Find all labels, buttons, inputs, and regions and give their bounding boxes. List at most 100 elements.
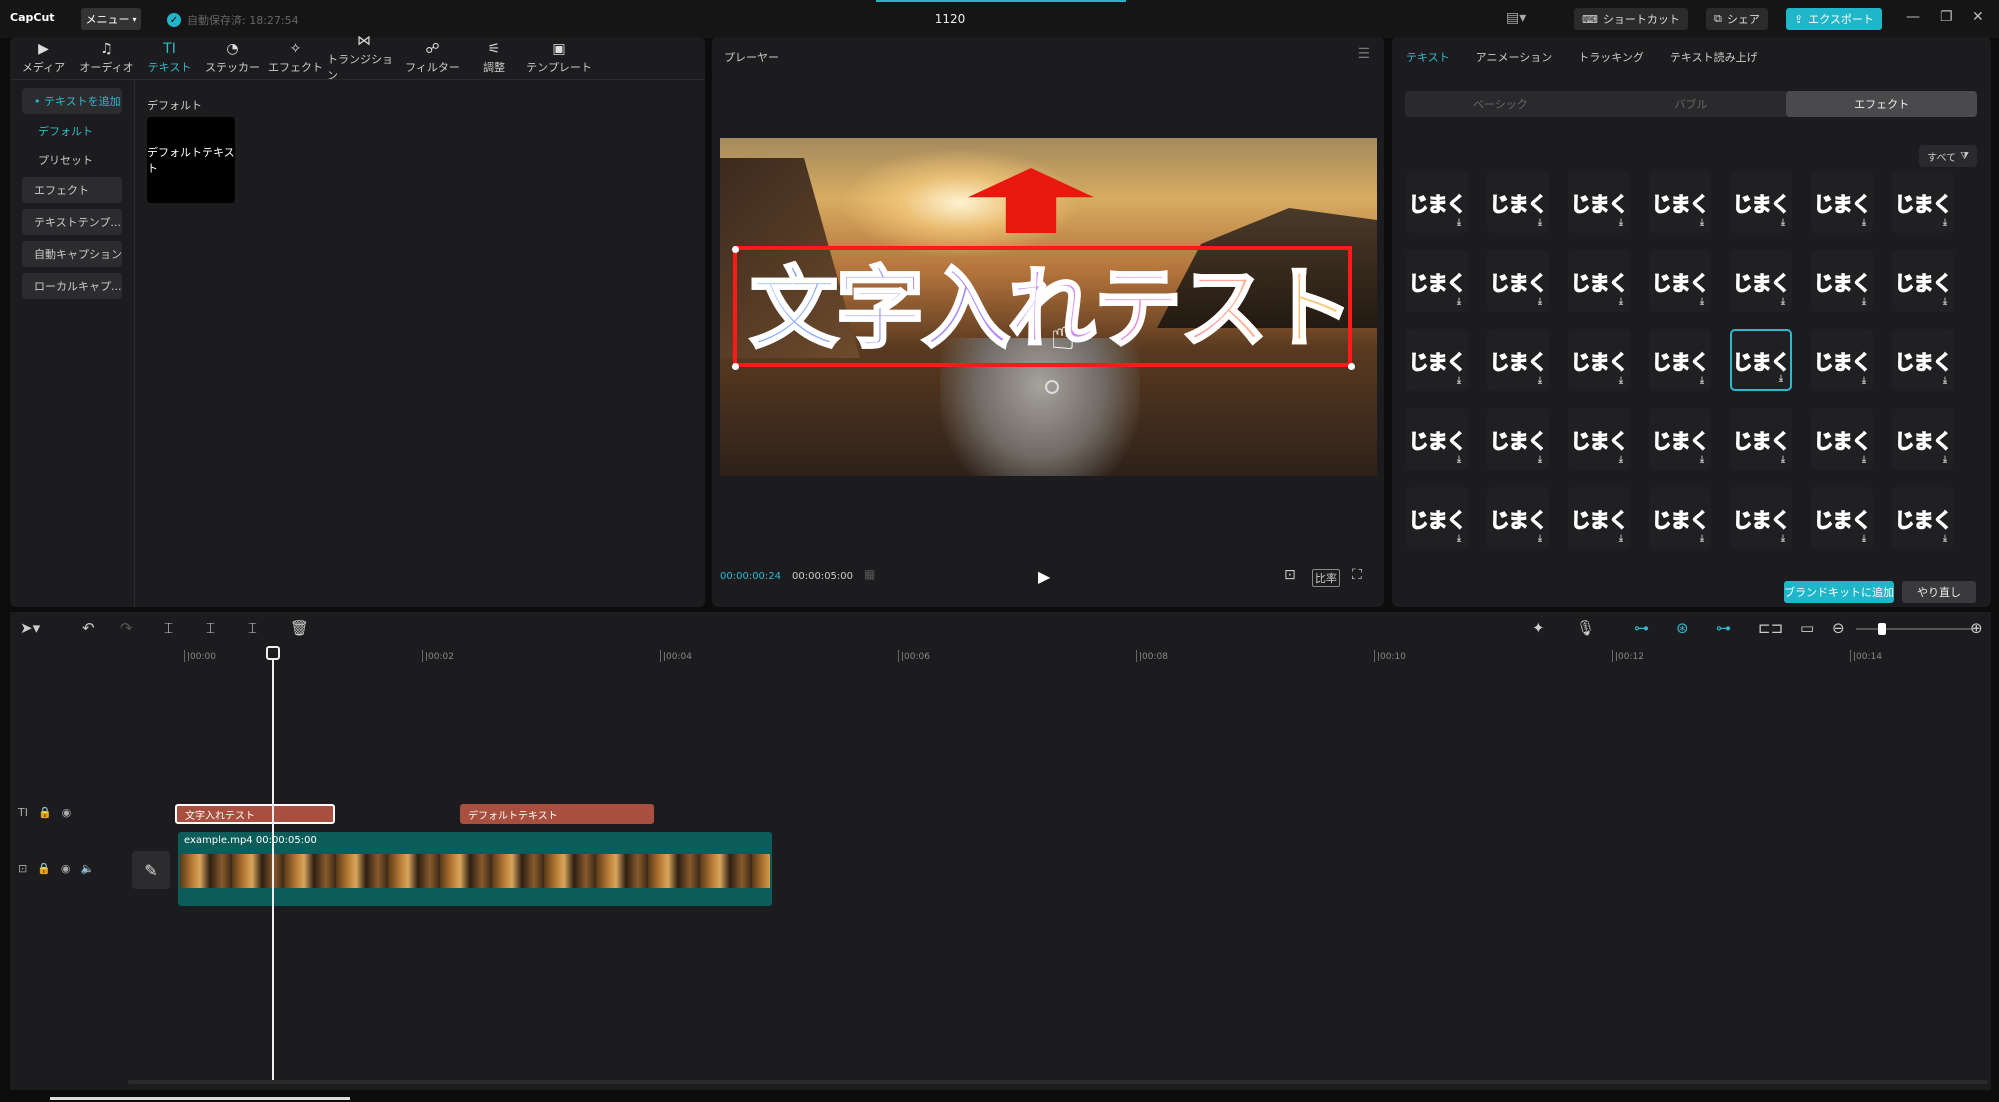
text-clip[interactable]: デフォルトテキスト <box>460 804 654 824</box>
effect-preset-tile[interactable]: じまく ⤓ <box>1811 329 1873 391</box>
sidebar-item-add-text[interactable]: • テキストを追加 <box>22 88 122 114</box>
timecode-grid-icon[interactable]: ▦ <box>864 567 875 581</box>
tab-adjust[interactable]: ⚟ 調整 <box>464 37 524 79</box>
segment-bubble[interactable]: バブル <box>1596 91 1787 117</box>
effect-preset-tile[interactable]: じまく ⤓ <box>1487 250 1549 312</box>
zoom-slider[interactable] <box>1856 623 1974 635</box>
effect-preset-tile[interactable]: じまく ⤓ <box>1487 408 1549 470</box>
effect-preset-tile[interactable]: じまく ⤓ <box>1811 408 1873 470</box>
sidebar-item-preset[interactable]: プリセット <box>22 147 122 173</box>
reset-button[interactable]: やり直し <box>1902 581 1976 603</box>
playhead[interactable] <box>272 654 274 1080</box>
zoom-slider-thumb[interactable] <box>1878 623 1886 635</box>
eye-icon[interactable]: ◉ <box>62 806 72 819</box>
speaker-icon[interactable]: 🔈 <box>81 862 95 875</box>
link-icon[interactable]: ⊶ <box>1634 619 1649 637</box>
effect-preset-tile[interactable]: じまく ⤓ <box>1730 408 1792 470</box>
tab-text[interactable]: TI テキスト <box>138 37 201 79</box>
zoom-in-icon[interactable]: ⊕ <box>1970 619 1983 637</box>
split-left-icon[interactable]: ⌶ <box>206 619 215 637</box>
default-text-tile[interactable]: デフォルトテキスト <box>147 117 235 203</box>
effect-preset-tile[interactable]: じまく ⤓ <box>1892 487 1954 549</box>
split-right-icon[interactable]: ⌶ <box>248 619 257 637</box>
effect-preset-tile[interactable]: じまく ⤓ <box>1406 487 1468 549</box>
text-selection-box[interactable] <box>733 246 1352 367</box>
effect-preset-tile[interactable]: じまく ⤓ <box>1568 329 1630 391</box>
split-view-icon[interactable]: ⊏⊐ <box>1758 619 1783 637</box>
effect-preset-tile[interactable]: じまく ⤓ <box>1649 487 1711 549</box>
effect-preset-tile[interactable]: じまく ⤓ <box>1892 408 1954 470</box>
tab-media[interactable]: ▶ メディア <box>12 37 75 79</box>
effect-preset-tile[interactable]: じまく ⤓ <box>1892 171 1954 233</box>
effect-preset-tile[interactable]: じまく ⤓ <box>1811 250 1873 312</box>
effect-preset-tile[interactable]: じまく ⤓ <box>1892 329 1954 391</box>
rotate-handle-icon[interactable] <box>1045 380 1059 394</box>
tab-filter[interactable]: ☍ フィルター <box>401 37 464 79</box>
sidebar-item-text-template[interactable]: テキストテンプ... <box>22 209 122 235</box>
resize-handle[interactable] <box>1348 363 1355 370</box>
effect-preset-tile[interactable]: じまく ⤓ <box>1406 408 1468 470</box>
snap-icon[interactable]: ⊶ <box>1716 619 1731 637</box>
redo-icon[interactable]: ↷ <box>120 619 133 637</box>
edit-cover-icon[interactable]: ✎ <box>132 851 170 889</box>
ratio-button[interactable]: 比率 <box>1312 569 1340 587</box>
video-clip[interactable]: example.mp4 00:00:05:00 <box>178 832 772 906</box>
tab-animation[interactable]: アニメーション <box>1476 49 1553 65</box>
effect-preset-tile[interactable]: じまく ⤓ <box>1568 408 1630 470</box>
tab-audio[interactable]: ♫ オーディオ <box>75 37 138 79</box>
effect-preset-tile[interactable]: じまく ⤓ <box>1406 329 1468 391</box>
menu-button[interactable]: メニュー ▾ <box>81 8 141 30</box>
layout-icon[interactable]: ▤▾ <box>1506 10 1526 26</box>
undo-icon[interactable]: ↶ <box>82 619 95 637</box>
export-button[interactable]: ⇪ エクスポート <box>1786 8 1882 30</box>
effect-preset-tile[interactable]: じまく ⤓ <box>1649 329 1711 391</box>
ai-icon[interactable]: ✦ <box>1532 619 1545 637</box>
timeline-scrollbar[interactable] <box>128 1080 1988 1084</box>
select-tool-icon[interactable]: ➤▾ <box>20 619 40 637</box>
sidebar-item-auto-caption[interactable]: 自動キャプション <box>22 241 122 267</box>
effect-preset-tile[interactable]: じまく ⤓ <box>1649 408 1711 470</box>
segment-effect[interactable]: エフェクト <box>1786 91 1978 117</box>
magnet-icon[interactable]: ⊛ <box>1676 619 1689 637</box>
zoom-out-icon[interactable]: ⊖ <box>1832 619 1845 637</box>
fullscreen-icon[interactable]: ⛶ <box>1352 567 1362 583</box>
eye-icon[interactable]: ◉ <box>61 862 71 875</box>
segment-basic[interactable]: ベーシック <box>1405 91 1596 117</box>
fit-screen-icon[interactable]: ⊡ <box>1284 567 1296 583</box>
text-clip[interactable]: 文字入れテスト <box>175 804 335 824</box>
sidebar-item-local-caption[interactable]: ローカルキャプ... <box>22 273 122 299</box>
split-icon[interactable]: ⌶ <box>164 619 173 637</box>
close-icon[interactable]: ✕ <box>1972 9 1984 25</box>
effect-preset-tile[interactable]: じまく ⤓ <box>1649 171 1711 233</box>
resize-handle[interactable] <box>732 246 739 253</box>
shortcut-button[interactable]: ⌨ ショートカット <box>1574 8 1688 30</box>
playhead-handle[interactable] <box>266 646 280 660</box>
lock-icon[interactable]: 🔒 <box>37 862 51 875</box>
effect-preset-tile[interactable]: じまく ⤓ <box>1487 329 1549 391</box>
lock-icon[interactable]: 🔒 <box>38 806 52 819</box>
tab-template[interactable]: ▣ テンプレート <box>524 37 594 79</box>
microphone-icon[interactable]: 🎙 <box>1576 619 1595 637</box>
maximize-icon[interactable]: ❐ <box>1940 9 1953 25</box>
sidebar-item-effect[interactable]: エフェクト <box>22 177 122 203</box>
tab-effect[interactable]: ✧ エフェクト <box>264 37 327 79</box>
effect-preset-tile[interactable]: じまく ⤓ <box>1568 250 1630 312</box>
preview-icon[interactable]: ▭ <box>1800 619 1814 637</box>
effect-preset-tile[interactable]: じまく ⤓ <box>1811 171 1873 233</box>
tab-text-props[interactable]: テキスト <box>1406 49 1450 65</box>
hamburger-icon[interactable]: ☰ <box>1357 46 1370 62</box>
time-ruler[interactable]: |00:00 |00:02 |00:04 |00:06 |00:08 |00:1… <box>10 648 1991 668</box>
delete-icon[interactable]: 🗑 <box>290 619 309 637</box>
video-preview[interactable]: 文字入れテスト ☝ <box>720 138 1377 476</box>
filter-dropdown[interactable]: すべて ⧩ <box>1919 145 1977 167</box>
effect-preset-tile[interactable]: じまく ⤓ <box>1568 487 1630 549</box>
effect-preset-tile[interactable]: じまく ⤓ <box>1730 487 1792 549</box>
effect-preset-tile[interactable]: じまく ⤓ <box>1730 329 1792 391</box>
effect-preset-tile[interactable]: じまく ⤓ <box>1649 250 1711 312</box>
minimize-icon[interactable]: — <box>1906 9 1920 25</box>
share-button[interactable]: ⧉ シェア <box>1706 8 1768 30</box>
tab-sticker[interactable]: ◔ ステッカー <box>201 37 264 79</box>
effect-preset-tile[interactable]: じまく ⤓ <box>1730 250 1792 312</box>
tab-tts[interactable]: テキスト読み上げ <box>1670 49 1758 65</box>
effect-preset-tile[interactable]: じまく ⤓ <box>1487 487 1549 549</box>
